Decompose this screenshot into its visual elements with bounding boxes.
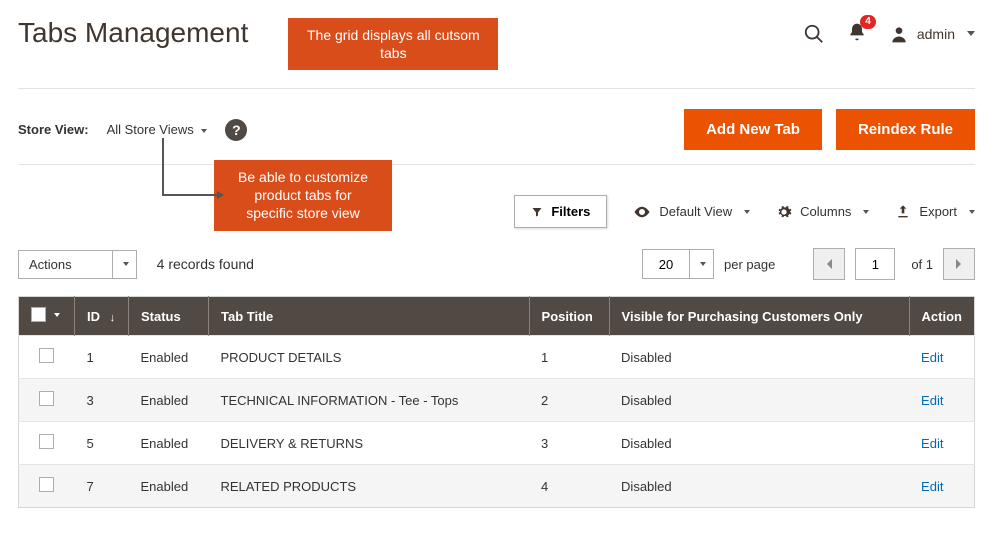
cell-position: 1: [529, 336, 609, 379]
mass-actions-dropdown[interactable]: Actions: [18, 250, 137, 279]
chevron-down-icon: [863, 210, 869, 214]
header-visible[interactable]: Visible for Purchasing Customers Only: [609, 297, 909, 336]
notification-bell[interactable]: 4: [847, 22, 867, 45]
row-checkbox[interactable]: [39, 477, 54, 492]
add-new-tab-button[interactable]: Add New Tab: [684, 109, 822, 150]
cell-status: Enabled: [129, 422, 209, 465]
admin-account-menu[interactable]: admin: [889, 24, 975, 44]
row-checkbox[interactable]: [39, 391, 54, 406]
filters-button[interactable]: Filters: [514, 195, 607, 228]
row-checkbox[interactable]: [39, 348, 54, 363]
table-row: 1EnabledPRODUCT DETAILS1DisabledEdit: [19, 336, 975, 379]
chevron-down-icon: [967, 31, 975, 36]
export-icon: [895, 204, 911, 220]
prev-page-button[interactable]: [813, 248, 845, 280]
cell-id: 1: [75, 336, 129, 379]
per-page-label: per page: [724, 257, 775, 272]
page-header: Tabs Management The grid displays all cu…: [18, 18, 975, 89]
table-row: 5EnabledDELIVERY & RETURNS3Disabled Edit: [19, 422, 975, 465]
cell-position: 2: [529, 379, 609, 422]
cell-title: PRODUCT DETAILS: [209, 336, 530, 379]
header-position[interactable]: Position: [529, 297, 609, 336]
cell-visible: Disabled: [609, 422, 909, 465]
cell-visible: Disabled: [609, 465, 909, 508]
per-page-input[interactable]: [642, 249, 690, 279]
cell-status: Enabled: [129, 336, 209, 379]
admin-username: admin: [917, 26, 955, 42]
row-checkbox[interactable]: [39, 434, 54, 449]
grid-controls: Actions 4 records found per page of 1: [18, 244, 975, 296]
chevron-down-icon: [201, 129, 207, 133]
cell-position: 3: [529, 422, 609, 465]
export-dropdown[interactable]: Export: [895, 204, 975, 220]
edit-link[interactable]: Edit: [921, 436, 943, 451]
cell-id: 7: [75, 465, 129, 508]
header-action: Action: [909, 297, 974, 336]
header-status[interactable]: Status: [129, 297, 209, 336]
per-page-dropdown[interactable]: [690, 249, 714, 279]
chevron-down-icon: [54, 313, 60, 317]
cell-position: 4: [529, 465, 609, 508]
reindex-rule-button[interactable]: Reindex Rule: [836, 109, 975, 150]
tabs-grid: ID ↓ Status Tab Title Position Visible f…: [18, 296, 975, 508]
select-all-checkbox[interactable]: [31, 307, 46, 322]
next-page-button[interactable]: [943, 248, 975, 280]
notification-badge: 4: [860, 15, 876, 29]
records-found-label: 4 records found: [157, 256, 254, 272]
cell-status: Enabled: [129, 379, 209, 422]
store-view-label: Store View:: [18, 122, 89, 137]
chevron-down-icon: [744, 210, 750, 214]
cell-id: 5: [75, 422, 129, 465]
eye-icon: [633, 203, 651, 221]
table-row: 3EnabledTECHNICAL INFORMATION - Tee - To…: [19, 379, 975, 422]
header-select-all[interactable]: [19, 297, 75, 336]
annotation-store-view: Be able to customize product tabs for sp…: [162, 138, 392, 231]
edit-link[interactable]: Edit: [921, 479, 943, 494]
chevron-down-icon: [969, 210, 975, 214]
chevron-right-icon: [955, 258, 963, 270]
sort-arrow-icon: ↓: [110, 312, 116, 324]
gear-icon: [776, 204, 792, 220]
page-count-label: of 1: [911, 257, 933, 272]
edit-link[interactable]: Edit: [921, 350, 943, 365]
page-title: Tabs Management: [18, 18, 248, 49]
edit-link[interactable]: Edit: [921, 393, 943, 408]
store-view-switcher[interactable]: All Store Views: [107, 122, 208, 137]
current-page-input[interactable]: [855, 248, 895, 280]
default-view-dropdown[interactable]: Default View: [633, 203, 750, 221]
cell-id: 3: [75, 379, 129, 422]
cell-visible: Disabled: [609, 379, 909, 422]
cell-title: DELIVERY & RETURNS: [209, 422, 530, 465]
annotation-store-view-text: Be able to customize product tabs for sp…: [214, 160, 392, 231]
chevron-down-icon: [700, 262, 706, 266]
cell-title: TECHNICAL INFORMATION - Tee - Tops: [209, 379, 530, 422]
columns-dropdown[interactable]: Columns: [776, 204, 869, 220]
chevron-down-icon: [123, 262, 129, 266]
cell-visible: Disabled: [609, 336, 909, 379]
annotation-grid-description: The grid displays all cutsom tabs: [288, 18, 498, 70]
chevron-left-icon: [825, 258, 833, 270]
header-tab-title[interactable]: Tab Title: [209, 297, 530, 336]
user-icon: [889, 24, 909, 44]
search-icon[interactable]: [803, 23, 825, 45]
annotation-arrow: [162, 138, 218, 196]
cell-status: Enabled: [129, 465, 209, 508]
cell-title: RELATED PRODUCTS: [209, 465, 530, 508]
table-row: 7EnabledRELATED PRODUCTS4Disabled Edit: [19, 465, 975, 508]
funnel-icon: [531, 206, 543, 218]
header-id[interactable]: ID ↓: [75, 297, 129, 336]
